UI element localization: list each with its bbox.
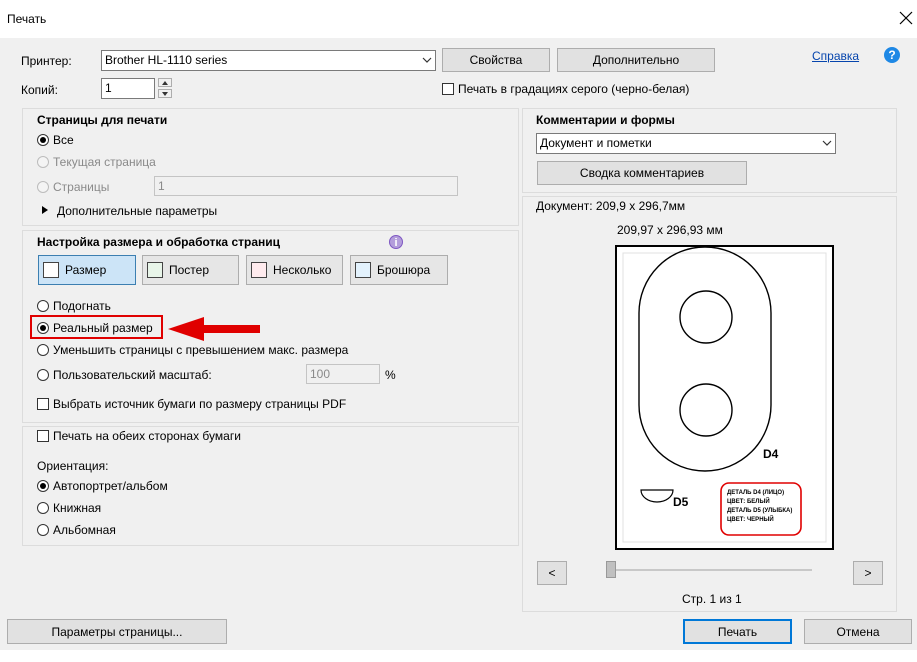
multiple-pages-icon [251, 262, 267, 278]
grayscale-checkbox[interactable] [442, 83, 454, 95]
properties-button[interactable]: Свойства [442, 48, 550, 72]
tab-booklet[interactable]: Брошюра [350, 255, 448, 285]
pages-range-value: 1 [158, 179, 165, 193]
booklet-icon [355, 262, 371, 278]
auto-orientation-radio[interactable] [37, 480, 49, 492]
advanced-button[interactable]: Дополнительно [557, 48, 715, 72]
pages-all-radio[interactable] [37, 134, 49, 146]
chevron-down-icon [822, 140, 832, 146]
size-icon [43, 262, 59, 278]
chevron-down-icon [422, 57, 432, 63]
pages-range-radio[interactable] [37, 181, 49, 193]
page-slider-track[interactable] [606, 569, 812, 571]
tab-size[interactable]: Размер [38, 255, 136, 285]
portrait-label: Книжная [53, 501, 102, 515]
custom-scale-value: 100 [310, 367, 331, 381]
preview-note-line-4: ЦВЕТ: ЧЕРНЫЙ [727, 517, 774, 523]
page-preview: D4 D5 ДЕТАЛЬ D4 (ЛИЦО) ЦВЕТ: БЕЛЫЙ ДЕТАЛ… [615, 245, 834, 550]
tab-size-label: Размер [65, 263, 107, 277]
expand-triangle-icon[interactable] [41, 205, 49, 215]
shrink-label: Уменьшить страницы с превышением макс. р… [53, 343, 349, 357]
page-slider-thumb[interactable] [606, 561, 616, 578]
preview-note-line-2: ЦВЕТ: БЕЛЫЙ [727, 499, 770, 505]
info-icon[interactable]: i [389, 235, 403, 249]
custom-scale-radio[interactable] [37, 369, 49, 381]
printer-select-value: Brother HL-1110 series [105, 53, 228, 67]
next-page-button[interactable]: > [853, 561, 883, 585]
copies-input[interactable]: 1 [101, 78, 155, 99]
background-strip [0, 650, 917, 662]
cancel-button[interactable]: Отмена [804, 619, 912, 644]
help-icon[interactable]: ? [884, 47, 900, 63]
help-link[interactable]: Справка [812, 49, 859, 63]
print-button[interactable]: Печать [683, 619, 792, 644]
page-setup-button[interactable]: Параметры страницы... [7, 619, 227, 644]
poster-icon [147, 262, 163, 278]
fit-label: Подогнать [53, 299, 111, 313]
more-options-label[interactable]: Дополнительные параметры [57, 204, 217, 218]
summarize-comments-button[interactable]: Сводка комментариев [537, 161, 747, 185]
shrink-radio[interactable] [37, 344, 49, 356]
window-title: Печать [7, 12, 47, 26]
tab-multiple-label: Несколько [273, 263, 332, 277]
percent-label: % [385, 368, 396, 382]
landscape-radio[interactable] [37, 524, 49, 536]
copies-down-arrow-icon[interactable] [158, 89, 172, 98]
copies-value: 1 [105, 81, 112, 95]
printer-label: Принтер: [21, 54, 72, 68]
prev-page-button[interactable]: < [537, 561, 567, 585]
preview-label-d5: D5 [673, 495, 689, 509]
pages-range-label: Страницы [53, 180, 110, 194]
grayscale-label: Печать в градациях серого (черно-белая) [458, 82, 690, 96]
custom-scale-label: Пользовательский масштаб: [53, 368, 212, 382]
pages-range-input[interactable]: 1 [154, 176, 458, 196]
pages-all-label: Все [53, 133, 74, 147]
preview-note-line-3: ДЕТАЛЬ D5 (УЛЫБКА) [727, 508, 793, 514]
sizing-title: Настройка размера и обработка страниц [37, 235, 280, 249]
preview-note-line-1: ДЕТАЛЬ D4 (ЛИЦО) [727, 490, 785, 496]
copies-label: Копий: [21, 83, 58, 97]
tab-multiple[interactable]: Несколько [246, 255, 343, 285]
document-size-label: Документ: 209,9 x 296,7мм [536, 199, 686, 213]
actual-size-label: Реальный размер [53, 321, 153, 335]
portrait-radio[interactable] [37, 502, 49, 514]
fit-radio[interactable] [37, 300, 49, 312]
comments-select[interactable]: Документ и пометки [536, 133, 836, 154]
page-counter: Стр. 1 из 1 [682, 592, 742, 606]
comments-select-value: Документ и пометки [540, 136, 652, 150]
page-size-label: 209,97 x 296,93 мм [617, 223, 723, 237]
tab-poster[interactable]: Постер [142, 255, 239, 285]
actual-size-radio[interactable] [37, 322, 49, 334]
preview-drawing [622, 247, 827, 543]
copies-up-arrow-icon[interactable] [158, 78, 172, 87]
pages-title: Страницы для печати [37, 113, 168, 127]
paper-source-checkbox[interactable] [37, 398, 49, 410]
tab-booklet-label: Брошюра [377, 263, 431, 277]
annotation-arrow-icon [168, 317, 260, 341]
pages-current-radio[interactable] [37, 156, 49, 168]
custom-scale-input[interactable]: 100 [306, 364, 380, 384]
landscape-label: Альбомная [53, 523, 116, 537]
paper-source-label: Выбрать источник бумаги по размеру стран… [53, 397, 347, 411]
duplex-checkbox[interactable] [37, 430, 49, 442]
auto-orientation-label: Автопортрет/альбом [53, 479, 168, 493]
orientation-title: Ориентация: [37, 459, 109, 473]
print-dialog: Печать Принтер: Brother HL-1110 series С… [0, 0, 917, 662]
duplex-label: Печать на обеих сторонах бумаги [53, 429, 241, 443]
printer-select[interactable]: Brother HL-1110 series [101, 50, 436, 71]
title-bar: Печать [0, 0, 917, 38]
preview-label-d4: D4 [763, 447, 779, 461]
pages-current-label: Текущая страница [53, 155, 156, 169]
comments-title: Комментарии и формы [536, 113, 675, 127]
close-icon[interactable] [897, 9, 915, 27]
tab-poster-label: Постер [169, 263, 210, 277]
